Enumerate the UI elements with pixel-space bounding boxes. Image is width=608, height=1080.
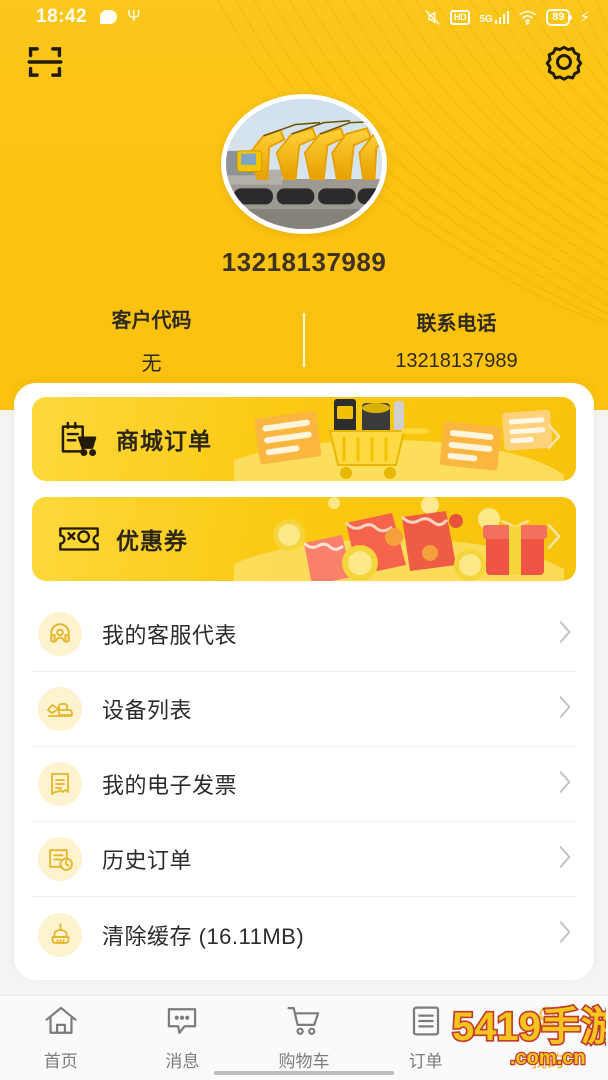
avatar-image [226,99,382,229]
menu-item-clear-cache[interactable]: 清除缓存 (16.11MB) [32,897,576,972]
info-value: 13218137989 [395,350,518,372]
gear-icon[interactable] [544,42,584,82]
banner-label: 商城订单 [116,428,212,454]
excavator-icon [38,687,82,731]
tab-label: 首页 [43,1052,78,1071]
menu-item-label: 历史订单 [102,848,193,873]
tab-cart[interactable]: 购物车 [243,1005,365,1072]
tab-messages[interactable]: 消息 [122,1005,244,1072]
tab-profile[interactable]: 我的 [486,1005,608,1072]
avatar[interactable] [221,94,387,234]
menu-item-label: 设备列表 [102,698,193,723]
message-bubble-icon [100,10,118,24]
info-contact-phone: 联系电话 13218137989 [305,307,608,373]
menu-item-order-history[interactable]: 历史订单 [32,822,576,897]
menu-item-service-rep[interactable]: 我的客服代表 [32,597,576,672]
headset-service-icon [38,612,82,656]
banner-label: 优惠券 [116,528,188,554]
mute-icon [424,9,441,26]
invoice-icon [38,762,82,806]
info-value: 无 [141,353,162,375]
chevron-right-icon [546,523,562,556]
gift-coupon-art [234,497,564,581]
chevron-right-icon [546,423,562,456]
usb-icon: Ψ [127,8,141,25]
scan-qr-icon[interactable] [24,41,66,83]
chevron-right-icon [558,920,572,949]
page-title: 13218137989 [221,247,387,277]
banner-coupon[interactable]: 优惠券 [32,497,576,581]
chevron-right-icon [558,695,572,724]
tab-label: 消息 [165,1052,200,1071]
broom-clear-cache-icon [38,912,82,957]
home-indicator [214,1071,394,1075]
status-time: 18:42 [36,6,88,27]
chevron-right-icon [558,620,572,649]
chevron-right-icon [558,770,572,799]
status-bar: 18:42 Ψ HD 5G 89 ⚡ [0,0,608,34]
menu-item-label: 清除缓存 (16.11MB) [102,923,305,949]
settings-menu-list: 我的客服代表 设备列表 我的电子发票 历史订单 清除缓存 (16.11MB) [32,597,576,972]
banner-mall-order[interactable]: 商城订单 [32,397,576,481]
tab-label: 购物车 [278,1052,330,1071]
tab-home[interactable]: 首页 [0,1005,122,1072]
header-action-bar [0,34,608,90]
tab-label: 我的 [530,1052,565,1071]
history-order-icon [38,837,82,881]
menu-item-label: 我的客服代表 [102,623,238,648]
info-customer-code: 客户代码 无 [0,304,303,376]
coupon-ticket-icon [58,521,100,557]
chat-bubble-icon [165,1005,199,1042]
tab-orders[interactable]: 订单 [365,1005,487,1072]
order-cart-icon [58,419,100,459]
bottom-tab-bar: 首页 消息 购物车 订单 我的 [0,995,608,1080]
account-info-row: 客户代码 无 联系电话 13218137989 [0,304,608,376]
5g-signal-icon: 5G [479,10,510,24]
menu-item-equipment-list[interactable]: 设备列表 [32,672,576,747]
info-label: 联系电话 [416,313,497,335]
profile-header: 18:42 Ψ HD 5G 89 ⚡ 13218137989 客户代码 无 联系… [0,0,608,410]
shopping-cart-icon [286,1005,322,1042]
shopping-cart-products-art [234,399,564,481]
battery-icon: 89 [546,8,573,26]
home-icon [44,1005,78,1042]
chevron-right-icon [558,845,572,874]
status-right-icons: HD 5G 89 ⚡ [424,8,590,26]
content-card: 商城订单 优惠券 我的客服代表 设备列表 我的电子发票 历史订单 清除缓存 (1… [14,383,594,980]
hd-icon: HD [449,9,471,25]
info-label: 客户代码 [111,310,192,332]
tab-label: 订单 [408,1052,443,1071]
wifi-icon [518,10,537,25]
menu-item-e-invoice[interactable]: 我的电子发票 [32,747,576,822]
status-left-icons: Ψ [100,9,140,25]
order-list-icon [410,1005,442,1042]
person-icon [530,1005,564,1042]
menu-item-label: 我的电子发票 [102,773,238,798]
charging-bolt-icon: ⚡ [579,8,590,26]
